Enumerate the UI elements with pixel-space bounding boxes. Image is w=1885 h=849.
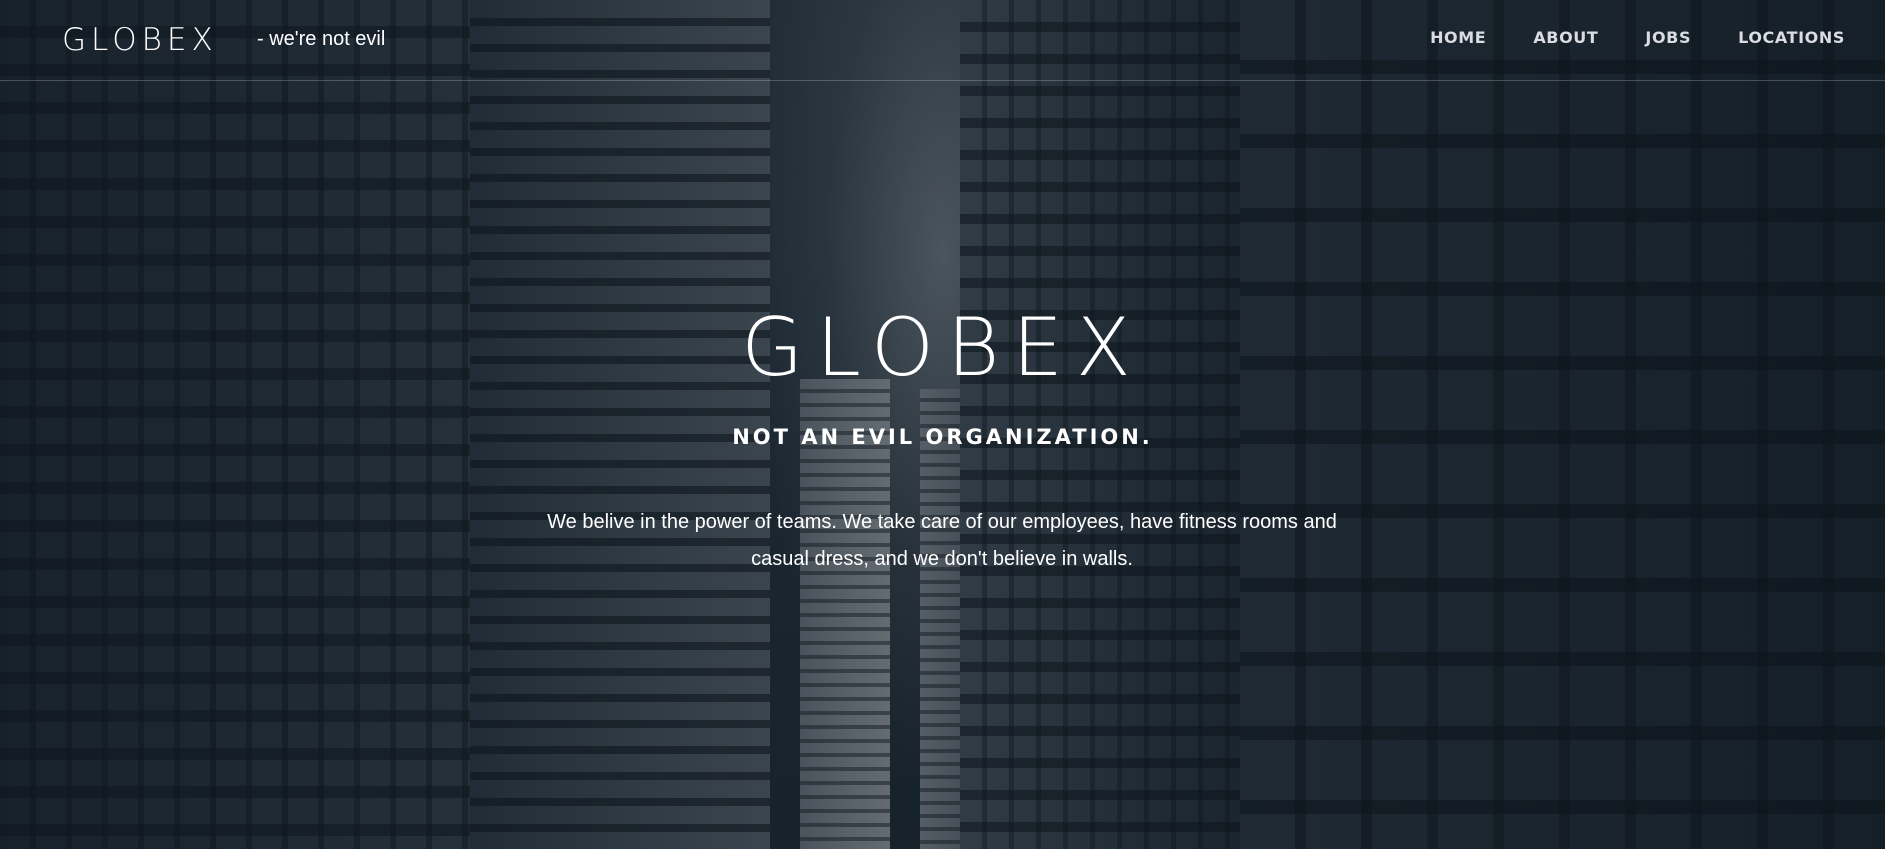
brand-tagline: - we're not evil <box>257 28 386 50</box>
nav-item-locations[interactable]: LOCATIONS <box>1738 26 1845 50</box>
main-nav: HOME ABOUT JOBS LOCATIONS <box>1383 26 1845 50</box>
nav-item-about[interactable]: ABOUT <box>1533 26 1598 50</box>
hero-title: GLOBEX <box>741 301 1144 394</box>
nav-item-home[interactable]: HOME <box>1430 26 1486 50</box>
nav-item-jobs[interactable]: JOBS <box>1645 26 1691 50</box>
hero-subtitle: NOT AN EVIL ORGANIZATION. <box>732 425 1153 449</box>
site-header: GLOBEX - we're not evil HOME ABOUT JOBS … <box>0 0 1885 81</box>
brand-logo[interactable]: GLOBEX <box>62 20 218 60</box>
hero-section: GLOBEX - we're not evil HOME ABOUT JOBS … <box>0 0 1885 849</box>
hero-description: We belive in the power of teams. We take… <box>547 511 1337 570</box>
